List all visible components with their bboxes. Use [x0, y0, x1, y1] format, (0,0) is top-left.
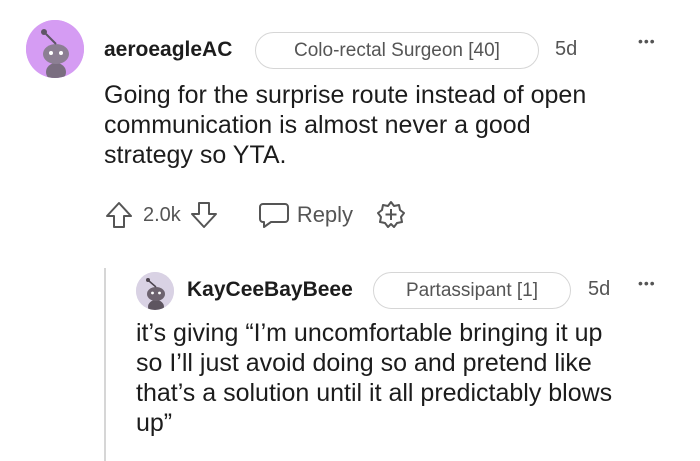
snoo-avatar-icon	[26, 20, 84, 78]
reply-age[interactable]: 5d	[588, 278, 610, 301]
vote-count: 2.0k	[143, 203, 181, 226]
snoo-avatar-icon	[136, 272, 174, 310]
reply-more-options-button[interactable]: •••	[638, 275, 656, 291]
avatar[interactable]	[26, 20, 84, 78]
reply-avatar[interactable]	[136, 272, 174, 310]
upvote-icon[interactable]	[104, 200, 134, 230]
reply-button[interactable]: Reply	[257, 200, 353, 230]
award-button[interactable]	[375, 199, 407, 231]
reply-user-flair: Partassipant [1]	[373, 272, 571, 309]
comment-age[interactable]: 5d	[555, 38, 577, 61]
reply-body-line: so I’ll just avoid doing so and pretend …	[136, 349, 592, 377]
comment-body-line: strategy so YTA.	[104, 141, 287, 169]
more-options-button[interactable]: •••	[638, 33, 656, 49]
comment-username[interactable]: aeroeagleAC	[104, 38, 232, 62]
reply-label: Reply	[296, 202, 354, 227]
comment-actions: 2.0k Reply	[104, 197, 407, 233]
thread-line[interactable]	[104, 268, 106, 461]
reply-body-line: that’s a solution until it all predictab…	[136, 379, 613, 407]
reply-icon	[257, 200, 291, 230]
comment-body-line: Going for the surprise route instead of …	[104, 81, 587, 109]
reply-body-line: up”	[136, 409, 173, 437]
reply-username[interactable]: KayCeeBayBeee	[187, 278, 353, 302]
reply-body-line: it’s giving “I’m uncomfortable bringing …	[136, 319, 603, 347]
award-icon	[377, 201, 406, 228]
reply-body: it’s giving “I’m uncomfortable bringing …	[136, 318, 696, 438]
more-options-icon: •••	[638, 33, 656, 49]
user-flair: Colo-rectal Surgeon [40]	[255, 32, 539, 69]
comment-body: Going for the surprise route instead of …	[104, 80, 684, 170]
more-options-icon: •••	[638, 275, 656, 291]
downvote-icon[interactable]	[189, 200, 219, 230]
comment-body-line: communication is almost never a good	[104, 111, 531, 139]
